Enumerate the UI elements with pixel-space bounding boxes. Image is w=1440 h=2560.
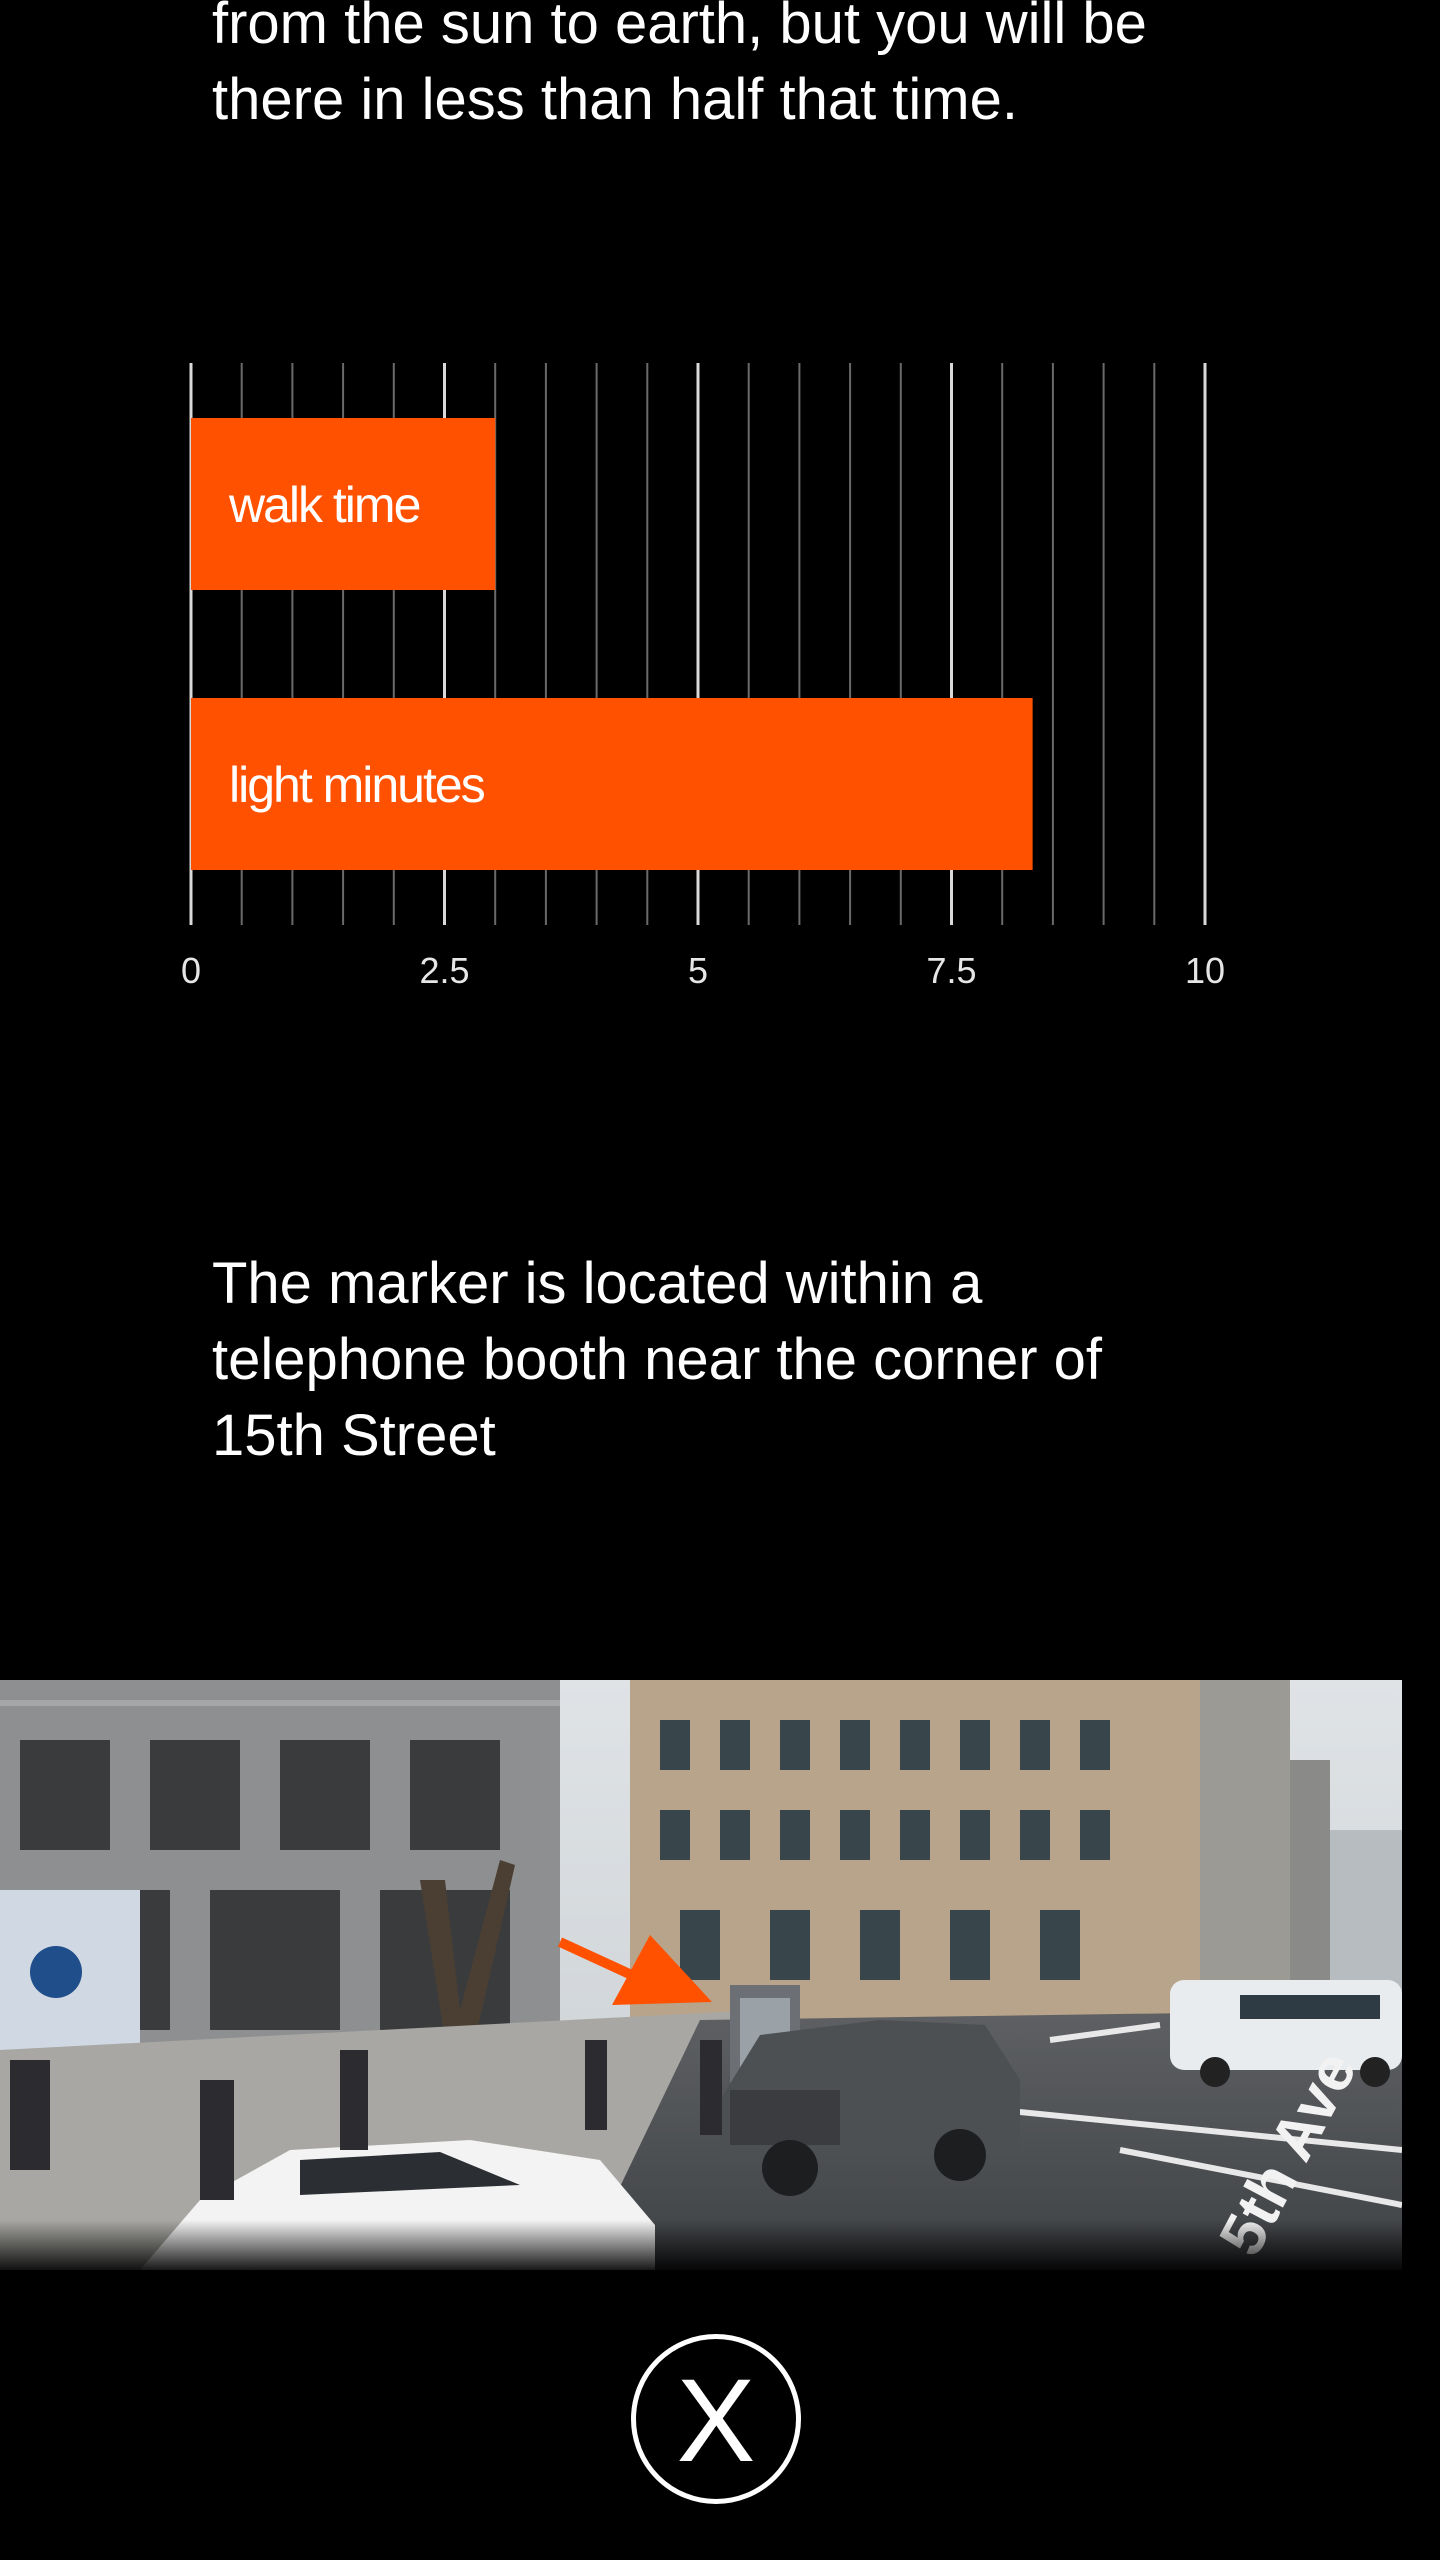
street-view-photo: 5th Ave — [0, 1680, 1402, 2270]
bar-label: walk time — [228, 477, 420, 533]
x-tick-label: 7.5 — [926, 950, 976, 991]
x-tick-label: 0 — [181, 950, 201, 991]
bar-label: light minutes — [229, 757, 485, 813]
marker-description: The marker is located within a telephone… — [212, 1251, 1102, 1468]
close-icon: X — [676, 2355, 756, 2487]
x-tick-label: 2.5 — [419, 950, 469, 991]
intro-paragraph: from the sun to earth, but you will be t… — [212, 0, 1147, 132]
x-tick-label: 5 — [688, 950, 708, 991]
bar-chart: walk time light minutes 0 2.5 5 7.5 10 — [0, 340, 1440, 1020]
close-button[interactable]: X — [631, 2334, 801, 2504]
x-tick-label: 10 — [1185, 950, 1225, 991]
